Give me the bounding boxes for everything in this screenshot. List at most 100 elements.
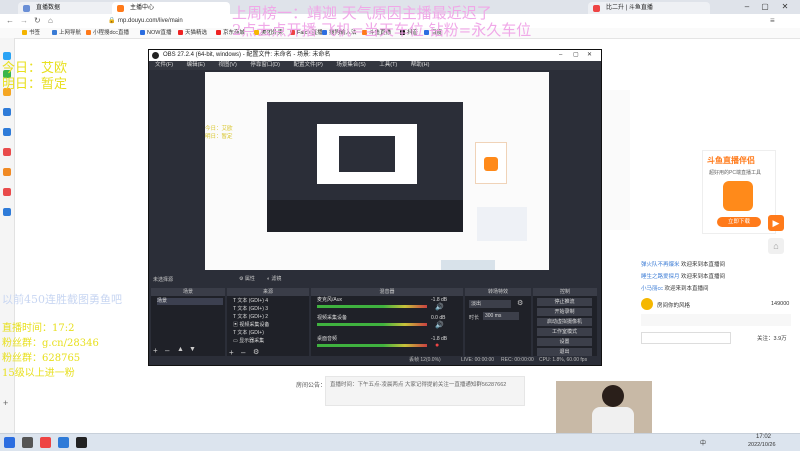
home-icon[interactable]: ⌂ xyxy=(48,16,53,26)
transition-select[interactable]: 淡出 xyxy=(469,300,511,308)
tab-anchor-center[interactable]: 主播中心 xyxy=(112,2,230,14)
menu-scene-collection[interactable]: 场景集合(S) xyxy=(336,62,365,68)
sources-header: 来源 xyxy=(227,288,309,296)
search-icon[interactable] xyxy=(22,437,33,448)
back-icon[interactable]: ← xyxy=(6,16,14,26)
douyu-companion-promo[interactable]: 斗鱼直播伴侣 超好用的PC端直播工具 立即下载 xyxy=(702,150,776,234)
taskbar-app-icon[interactable] xyxy=(40,437,51,448)
bookmark-item[interactable]: 上网导航 xyxy=(52,29,81,37)
clock-time[interactable]: 17:02 xyxy=(756,434,771,440)
menu-icon[interactable]: ≡ xyxy=(770,16,775,26)
sidebar-app-icon[interactable] xyxy=(3,188,11,196)
menu-edit[interactable]: 编辑(E) xyxy=(187,62,205,68)
transitions-header: 转场特效 xyxy=(465,288,531,296)
start-recording-button[interactable]: 开始录制 xyxy=(537,308,592,316)
bookmark-item[interactable]: 书签 xyxy=(22,29,40,37)
sidebar-app-icon[interactable] xyxy=(3,108,11,116)
chat-input[interactable] xyxy=(641,332,731,344)
scene-remove-icon[interactable]: – xyxy=(165,346,169,355)
close-button[interactable]: ✕ xyxy=(778,1,792,13)
menu-file[interactable]: 文件(F) xyxy=(155,62,173,68)
tomorrow-schedule: 明日：暂定 xyxy=(2,77,68,92)
obs-close-button[interactable]: ✕ xyxy=(587,50,592,61)
info-line-1: 直播时间：17:2 xyxy=(2,323,75,334)
nested-preview xyxy=(317,124,417,184)
tab-live-data[interactable]: 直播数据 xyxy=(18,2,126,14)
forward-icon[interactable]: → xyxy=(20,16,28,26)
virtual-camera-button[interactable]: 启动虚拟摄像机 xyxy=(537,318,592,326)
sidebar-app-icon[interactable] xyxy=(3,128,11,136)
scenes-header: 场景 xyxy=(151,288,225,296)
mixer-dock: 混音器 麦克风/Aux -1.8 dB 🔊 视频采集设备 0.0 dB 🔊 桌面… xyxy=(311,288,463,358)
stop-streaming-button[interactable]: 停止推流 xyxy=(537,298,592,306)
obs-window[interactable]: OBS 27.2.4 (64-bit, windows) - 配置文件: 未命名… xyxy=(148,49,602,366)
notice-box[interactable]: 直播时间：下午五点-凌晨两点 大家记得提前关注一直播通知群56287662 xyxy=(325,376,525,406)
speaker-icon[interactable]: 🔊 xyxy=(435,321,444,329)
promo-subtitle: 超好用的PC端直播工具 xyxy=(709,170,761,176)
home-side-icon[interactable]: ⌂ xyxy=(768,238,784,254)
tab-label: 主播中心 xyxy=(130,5,155,11)
nested-obs-capture xyxy=(267,102,463,232)
download-button[interactable]: 立即下载 xyxy=(717,217,761,227)
scene-up-icon[interactable]: ▲ xyxy=(177,346,184,353)
duration-input[interactable]: 300 ms xyxy=(483,312,519,320)
bookmark-item[interactable]: 天猫精选 xyxy=(178,29,207,37)
sidebar-add-icon[interactable]: + xyxy=(3,398,8,408)
source-item[interactable]: T 文本 (GDI+) xyxy=(233,330,264,337)
obs-titlebar[interactable]: OBS 27.2.4 (64-bit, windows) - 配置文件: 未命名… xyxy=(149,50,601,61)
studio-mode-button[interactable]: 工作室模式 xyxy=(537,328,592,336)
properties-button[interactable]: ⚙ 属性 xyxy=(239,275,255,282)
source-settings-icon[interactable]: ⚙ xyxy=(253,348,259,356)
tab-favicon xyxy=(593,5,600,12)
source-item[interactable]: ▣ 视频采集设备 xyxy=(233,322,269,329)
sidebar-app-icon[interactable] xyxy=(3,208,11,216)
tab-favicon xyxy=(23,5,30,12)
taskbar-app-icon[interactable] xyxy=(58,437,69,448)
source-item[interactable]: ▭ 显示器采集 xyxy=(233,338,264,345)
scene-add-icon[interactable]: + xyxy=(153,346,158,355)
menu-help[interactable]: 帮助(H) xyxy=(411,62,430,68)
transition-settings-icon[interactable]: ⚙ xyxy=(517,299,523,307)
url-field[interactable]: mp.douyu.com/live/main xyxy=(118,16,183,26)
refresh-icon[interactable]: ↻ xyxy=(34,16,41,26)
source-item[interactable]: T 文本 (GDI+) 3 xyxy=(233,306,268,313)
ime-indicator[interactable]: 中 xyxy=(700,438,706,447)
bookmark-item[interactable]: 小程搜dcc直播 xyxy=(86,29,129,37)
menu-tools[interactable]: 工具(T) xyxy=(379,62,397,68)
windows-start-icon[interactable] xyxy=(4,437,15,448)
clock-date[interactable]: 2022/10/26 xyxy=(748,442,776,448)
filters-button[interactable]: ◐ 滤镜 xyxy=(267,275,281,282)
minimize-button[interactable]: – xyxy=(740,1,754,13)
duration-label: 时长 xyxy=(469,315,480,321)
settings-button[interactable]: 设置 xyxy=(537,338,592,346)
obs-taskbar-icon[interactable] xyxy=(76,437,87,448)
menu-profile[interactable]: 配置文件(P) xyxy=(293,62,322,68)
tab-label: 比二升 | 斗鱼直播 xyxy=(606,5,653,11)
obs-logo-icon xyxy=(152,52,159,59)
source-item[interactable]: T 文本 (GDI+) 4 xyxy=(233,298,268,305)
menu-docks[interactable]: 停靠窗口(D) xyxy=(250,62,280,68)
chat-message: 弹火队不再爆米 欢迎来到本直播间 xyxy=(641,262,726,268)
source-item[interactable]: T 文本 (GDI+) 2 xyxy=(233,314,268,321)
danmaku-chat-panel: 弹火队不再爆米 欢迎来到本直播间 睡生之路爱探月 欢迎来到本直播间 小马丽cc … xyxy=(637,256,799,348)
menu-view[interactable]: 视图(V) xyxy=(218,62,236,68)
follow-count[interactable]: 关注：3.9万 xyxy=(757,334,787,342)
gift-title: 房间你的风格 xyxy=(657,303,691,309)
scene-item[interactable]: 场景 xyxy=(157,298,223,305)
play-icon[interactable]: ▶ xyxy=(768,215,784,231)
obs-preview[interactable]: 今日：艾欧 明日：暂定 xyxy=(205,72,549,270)
obs-minimize-button[interactable]: – xyxy=(559,50,562,61)
sidebar-app-icon[interactable] xyxy=(3,148,11,156)
obs-maximize-button[interactable]: ▢ xyxy=(573,50,579,61)
sidebar-app-icon[interactable] xyxy=(3,168,11,176)
tab-douyu-room[interactable]: 比二升 | 斗鱼直播 xyxy=(588,2,710,14)
preview-douyu-promo xyxy=(475,142,507,184)
mute-icon[interactable]: ● xyxy=(435,342,439,349)
obs-statusbar: 丢帧 12(0.0%) LIVE: 00:00:00 REC: 00:00:00… xyxy=(149,356,601,365)
speaker-icon[interactable]: 🔊 xyxy=(435,303,444,311)
scene-down-icon[interactable]: ▼ xyxy=(189,346,196,353)
maximize-button[interactable]: ▢ xyxy=(758,1,772,13)
controls-header: 控制 xyxy=(533,288,597,296)
exit-button[interactable]: 退出 xyxy=(537,348,592,356)
bookmark-item[interactable]: NOW直播 xyxy=(140,29,171,37)
